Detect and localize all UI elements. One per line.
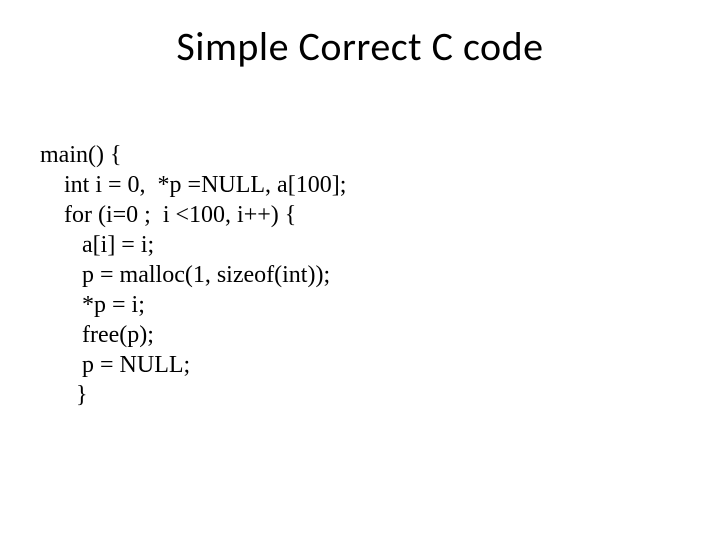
- code-line: a[i] = i;: [40, 232, 154, 258]
- slide-title: Simple Correct C code: [0, 22, 720, 71]
- code-line: p = malloc(1, sizeof(int));: [40, 262, 330, 288]
- code-block: main() { int i = 0, *p =NULL, a[100]; fo…: [40, 140, 346, 410]
- code-line: for (i=0 ; i <100, i++) {: [40, 202, 296, 228]
- code-line: free(p);: [40, 322, 154, 348]
- code-line: *p = i;: [40, 292, 145, 318]
- slide: Simple Correct C code main() { int i = 0…: [0, 0, 720, 540]
- code-line: main() {: [40, 142, 122, 168]
- code-line: }: [40, 382, 88, 408]
- code-line: int i = 0, *p =NULL, a[100];: [40, 172, 346, 198]
- code-line: p = NULL;: [40, 352, 190, 378]
